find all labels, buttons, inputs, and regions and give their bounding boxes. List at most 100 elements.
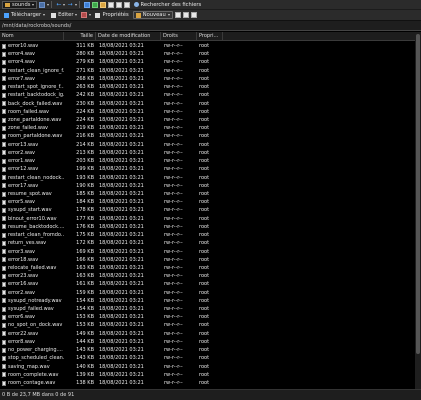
file-name: back_dock_failed.wav	[8, 100, 63, 107]
file-row[interactable]: relocate_failed.wav 163 KB 18/08/2021 03:2…	[0, 264, 223, 272]
file-owner: root	[199, 380, 210, 387]
location-combo[interactable]: sounds	[2, 0, 38, 9]
file-row[interactable]: sysupd_start.wav 178 KB 18/08/2021 03:21 rw…	[0, 206, 223, 214]
file-row[interactable]: no_spot_on_dock.wav 153 KB 18/08/2021 03:2…	[0, 321, 223, 329]
file-name: error17.wav	[8, 182, 39, 189]
file-row[interactable]: resume_backtodock.... 176 KB 18/08/2021 03…	[0, 223, 223, 231]
file-modified-date: 18/08/2021 03:21	[99, 330, 144, 337]
file-name: room_partaldone.wav	[8, 133, 63, 140]
file-name: restart_spot_ignore_f...	[8, 84, 64, 91]
file-modified-date: 18/08/2021 03:21	[99, 240, 144, 247]
chevron-down-icon[interactable]	[89, 14, 92, 16]
file-size: 193 KB	[76, 174, 94, 181]
edit-button[interactable]: Editer	[49, 11, 79, 19]
file-row[interactable]: error4.wav 279 KB 18/08/2021 03:21 rw-r--r-…	[0, 58, 223, 66]
file-row[interactable]: room_partaldone.wav 216 KB 18/08/2021 03:2…	[0, 132, 223, 140]
download-button[interactable]: Télécharger	[2, 11, 47, 19]
file-name: error10.wav	[8, 43, 39, 49]
column-header-size[interactable]: Taille	[64, 32, 96, 41]
filter-button[interactable]	[39, 1, 46, 8]
sync-button[interactable]	[123, 1, 130, 8]
chevron-down-icon[interactable]	[47, 3, 50, 6]
file-row[interactable]: error4.wav 280 KB 18/08/2021 03:21 rw-r--r-…	[0, 50, 223, 58]
file-row[interactable]: saving_map.wav 140 KB 18/08/2021 03:21 rw-r…	[0, 363, 223, 371]
file-row[interactable]: restart_spot_ignore_f... 263 KB 18/08/2021…	[0, 83, 223, 91]
file-row[interactable]: room_complete.wav 139 KB 18/08/2021 03:21 r…	[0, 371, 223, 379]
parent-folder-button[interactable]	[83, 1, 90, 8]
file-row[interactable]: error17.wav 190 KB 18/08/2021 03:21 rw-r--r…	[0, 182, 223, 190]
file-list[interactable]: Nom Taille Date de modification Droits P…	[0, 32, 415, 389]
search-files-button[interactable]: Rechercher des fichiers	[132, 1, 204, 9]
new-button[interactable]: Nouveau	[132, 11, 173, 19]
file-modified-date: 18/08/2021 03:21	[99, 182, 144, 189]
column-header-permissions[interactable]: Droits	[161, 32, 197, 41]
home-button[interactable]	[107, 1, 114, 8]
delete-button[interactable]	[81, 12, 88, 18]
file-owner: root	[199, 84, 210, 91]
file-row[interactable]: restart_clean_nodock... 193 KB 18/08/2021 …	[0, 174, 223, 182]
column-header-owner[interactable]: Propri...	[197, 32, 223, 41]
file-row[interactable]: stop_scheduled_clean... 143 KB 18/08/2021 …	[0, 354, 223, 362]
file-row[interactable]: binout_error10.wav 177 KB 18/08/2021 03:21…	[0, 215, 223, 223]
file-row[interactable]: restart_clean_ignore_f... 271 KB 18/08/202…	[0, 67, 223, 75]
file-row[interactable]: restart_clean_fromdo... 175 KB 18/08/2021 …	[0, 231, 223, 239]
file-row[interactable]: no_power_charging.... 143 KB 18/08/2021 03…	[0, 346, 223, 354]
view-toggle-button[interactable]	[190, 12, 197, 18]
file-row[interactable]: return_ves.wav 172 KB 18/08/2021 03:21 rw-r…	[0, 239, 223, 247]
file-row[interactable]: error13.wav 214 KB 18/08/2021 03:21 rw-r--r…	[0, 141, 223, 149]
file-size: 176 KB	[76, 223, 94, 230]
file-size: 153 KB	[76, 314, 94, 321]
file-row[interactable]: sysupd_failed.wav 154 KB 18/08/2021 03:21 r…	[0, 305, 223, 313]
file-row[interactable]: error3.wav 169 KB 18/08/2021 03:21 rw-r--r-…	[0, 248, 223, 256]
file-permissions: rw-r--r--	[164, 149, 183, 156]
file-modified-date: 18/08/2021 03:21	[99, 199, 144, 206]
path-bar[interactable]: /mnt/data/rockrobo/sounds/	[0, 21, 421, 31]
file-row[interactable]: error7.wav 268 KB 18/08/2021 03:21 rw-r--r-…	[0, 75, 223, 83]
file-row[interactable]: error8.wav 144 KB 18/08/2021 03:21 rw-r--r-…	[0, 338, 223, 346]
select-all-button[interactable]	[182, 12, 189, 18]
chevron-down-icon[interactable]	[63, 3, 66, 6]
file-row[interactable]: sysupd_notready.wav 154 KB 18/08/2021 03:2…	[0, 297, 223, 305]
status-bar: 0 B de 23,7 MB dans 0 de 91	[0, 389, 421, 400]
properties-button[interactable]: Propriétés	[93, 11, 130, 19]
refresh-button[interactable]	[91, 1, 98, 8]
file-size: 271 KB	[76, 67, 94, 74]
forward-arrow-icon[interactable]: →	[67, 1, 72, 8]
file-row[interactable]: error6.wav 153 KB 18/08/2021 03:21 rw-r--r-…	[0, 313, 223, 321]
file-row[interactable]: error18.wav 166 KB 18/08/2021 03:21 rw-r--r…	[0, 256, 223, 264]
file-row[interactable]: zone_partaldone.wav 224 KB 18/08/2021 03:2…	[0, 116, 223, 124]
file-row[interactable]: room_contage.wav 138 KB 18/08/2021 03:21 rw…	[0, 379, 223, 387]
bookmark-button[interactable]	[115, 1, 122, 8]
file-modified-date: 18/08/2021 03:21	[99, 133, 144, 140]
file-row[interactable]: error12.wav 199 KB 18/08/2021 03:21 rw-r--r…	[0, 165, 223, 173]
vertical-scrollbar[interactable]	[415, 32, 421, 389]
file-name: sysupd_notready.wav	[8, 297, 62, 304]
root-folder-button[interactable]	[99, 1, 106, 8]
path-input[interactable]: /mnt/data/rockrobo/sounds/	[2, 23, 71, 29]
column-header-date[interactable]: Date de modification	[96, 32, 161, 41]
file-size: 224 KB	[76, 116, 94, 123]
file-row[interactable]: error5.wav 184 KB 18/08/2021 03:21 rw-r--r-…	[0, 198, 223, 206]
file-row[interactable]: error22.wav 149 KB 18/08/2021 03:21 rw-r--r…	[0, 330, 223, 338]
file-modified-date: 18/08/2021 03:21	[99, 281, 144, 288]
file-row[interactable]: error16.wav 161 KB 18/08/2021 03:21 rw-r--r…	[0, 280, 223, 288]
file-row[interactable]: error1.wav 203 KB 18/08/2021 03:21 rw-r--r-…	[0, 157, 223, 165]
file-row[interactable]: restart_backtodock_ig... 242 KB 18/08/2021…	[0, 91, 223, 99]
file-size: 154 KB	[76, 297, 94, 304]
file-row[interactable]: room_failed.wav 224 KB 18/08/2021 03:21 rw-…	[0, 108, 223, 116]
scrollbar-thumb[interactable]	[416, 34, 420, 354]
file-row[interactable]: error2.wav 159 KB 18/08/2021 03:21 rw-r--r-…	[0, 289, 223, 297]
file-modified-date: 18/08/2021 03:21	[99, 273, 144, 280]
file-row[interactable]: zone_failed.wav 219 KB 18/08/2021 03:21 rw-…	[0, 124, 223, 132]
file-row[interactable]: error23.wav 163 KB 18/08/2021 03:21 rw-r--r…	[0, 272, 223, 280]
column-header-name[interactable]: Nom	[0, 32, 64, 41]
file-row[interactable]: error10.wav 311 KB 18/08/2021 03:21 rw-r--r…	[0, 42, 223, 50]
file-row[interactable]: back_dock_failed.wav 230 KB 18/08/2021 03:…	[0, 100, 223, 108]
file-permissions: rw-r--r--	[164, 306, 183, 313]
chevron-down-icon[interactable]	[74, 3, 77, 6]
file-size: 219 KB	[76, 125, 94, 132]
new-file-button[interactable]	[174, 12, 181, 18]
file-row[interactable]: error2.wav 213 KB 18/08/2021 03:21 rw-r--r-…	[0, 149, 223, 157]
file-row[interactable]: resume_spot.wav 185 KB 18/08/2021 03:21 rw-…	[0, 190, 223, 198]
back-arrow-icon[interactable]: ←	[56, 1, 61, 8]
